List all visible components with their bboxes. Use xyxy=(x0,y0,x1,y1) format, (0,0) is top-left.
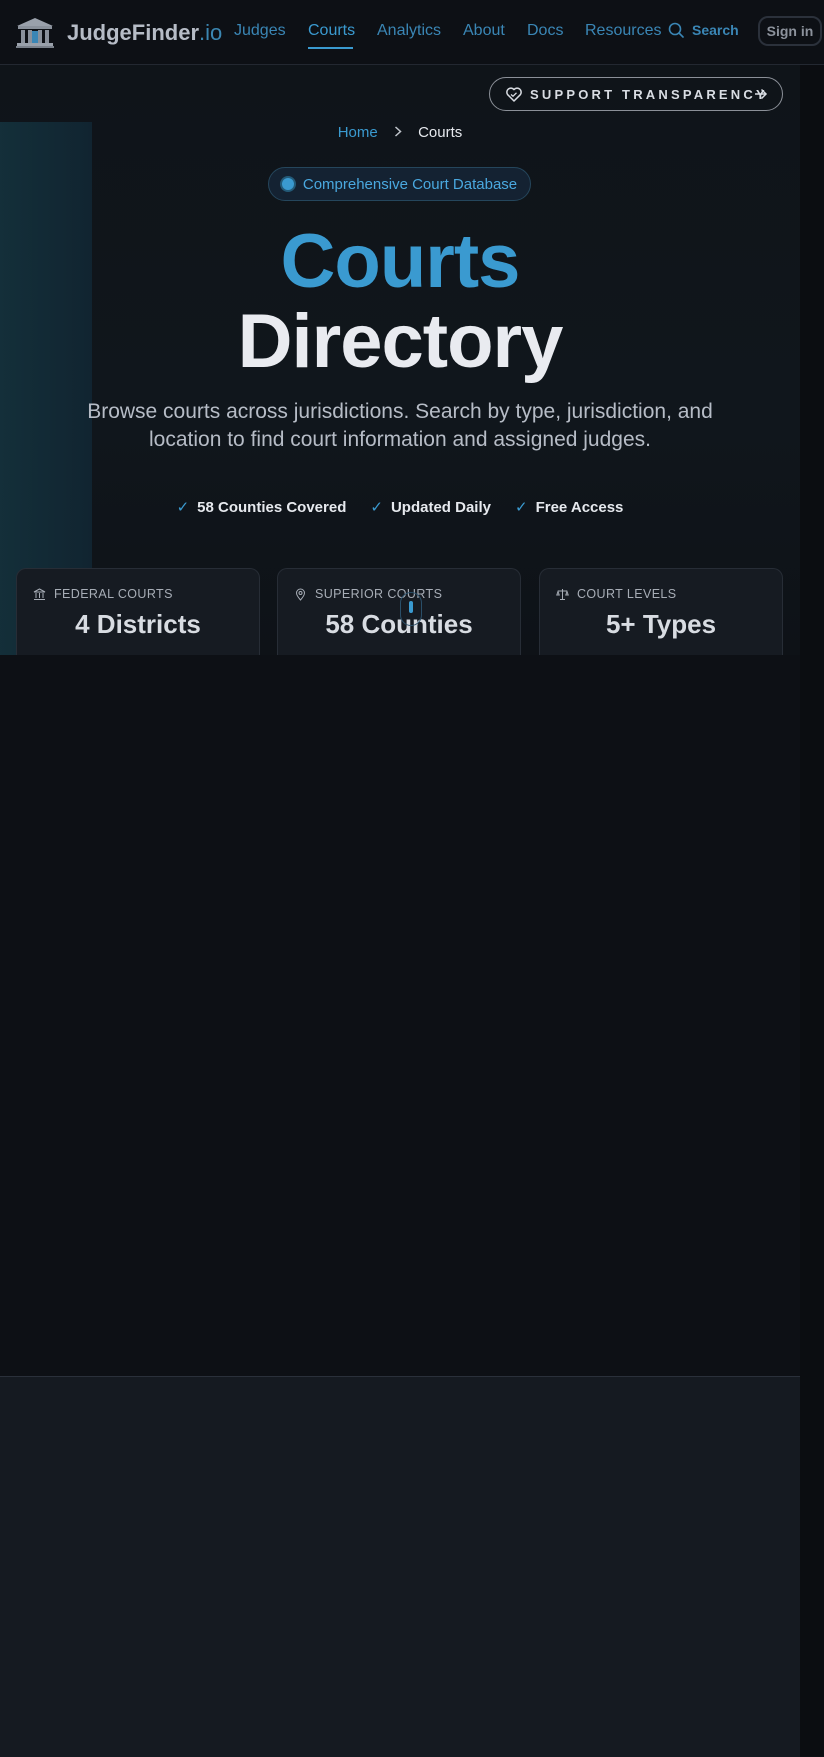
check-icon: ✓ xyxy=(176,499,190,516)
feature-item: ✓ Updated Daily xyxy=(370,498,491,517)
nav-judges[interactable]: Judges xyxy=(234,22,286,40)
chevron-right-icon xyxy=(394,124,402,141)
feature-item: ✓ Free Access xyxy=(514,498,624,517)
support-transparency-button[interactable]: SUPPORT TRANSPARENCY xyxy=(489,77,783,111)
logo[interactable]: JudgeFinder.io xyxy=(15,17,222,49)
check-icon: ✓ xyxy=(514,499,528,516)
sign-in-button[interactable]: Sign in xyxy=(758,16,822,46)
scroll-wheel-icon xyxy=(409,601,413,613)
stat-card-superior[interactable]: SUPERIOR COURTS 58 Counties xyxy=(277,568,521,655)
nav-resources[interactable]: Resources xyxy=(585,22,661,40)
stat-value: 58 Counties xyxy=(325,609,473,639)
search-icon xyxy=(668,22,684,38)
heart-handshake-icon xyxy=(506,86,522,102)
stat-label: FEDERAL COURTS xyxy=(54,587,173,601)
breadcrumb-current: Courts xyxy=(418,124,463,141)
status-dot-icon xyxy=(281,178,294,190)
building-icon xyxy=(33,587,46,600)
nav-about[interactable]: About xyxy=(463,22,505,40)
active-nav-indicator xyxy=(308,47,353,49)
stat-card-federal[interactable]: FEDERAL COURTS 4 Districts xyxy=(16,568,260,655)
stat-label: COURT LEVELS xyxy=(577,587,677,601)
brand-name: JudgeFinder.io xyxy=(67,20,223,45)
page-title-line-2: Directory xyxy=(237,299,564,384)
nav-docs[interactable]: Docs xyxy=(527,22,563,40)
support-label: SUPPORT TRANSPARENCY xyxy=(530,86,768,102)
scales-icon xyxy=(556,588,569,600)
lower-section xyxy=(0,1376,800,1757)
scrollbar-track[interactable] xyxy=(800,0,824,1756)
scroll-down-indicator[interactable] xyxy=(400,592,422,626)
courthouse-icon xyxy=(16,18,54,48)
search-label: Search xyxy=(692,22,739,38)
breadcrumb-home[interactable]: Home xyxy=(338,124,378,141)
breadcrumb: Home Courts xyxy=(0,124,800,141)
nav-analytics[interactable]: Analytics xyxy=(377,22,441,40)
nav-courts[interactable]: Courts xyxy=(308,22,355,40)
stat-value: 4 Districts xyxy=(75,609,201,639)
database-badge: Comprehensive Court Database xyxy=(268,167,531,201)
stat-label: SUPERIOR COURTS xyxy=(315,587,443,601)
page-subtitle: Browse courts across jurisdictions. Sear… xyxy=(87,400,713,451)
page-title-line-1: Courts xyxy=(280,219,521,304)
arrow-right-icon xyxy=(755,88,768,100)
check-icon: ✓ xyxy=(370,499,383,516)
top-navbar: JudgeFinder.io Judges Courts Analytics A… xyxy=(0,0,824,65)
feature-item: ✓ 58 Counties Covered xyxy=(176,498,347,517)
stat-value: 5+ Types xyxy=(605,609,717,639)
feature-list: ✓ 58 Counties Covered ✓ Updated Daily ✓ … xyxy=(0,498,800,517)
badge-label: Comprehensive Court Database xyxy=(302,175,518,193)
stat-card-levels[interactable]: COURT LEVELS 5+ Types xyxy=(539,568,783,655)
map-pin-icon xyxy=(295,588,306,601)
search-button[interactable]: Search xyxy=(668,22,739,38)
